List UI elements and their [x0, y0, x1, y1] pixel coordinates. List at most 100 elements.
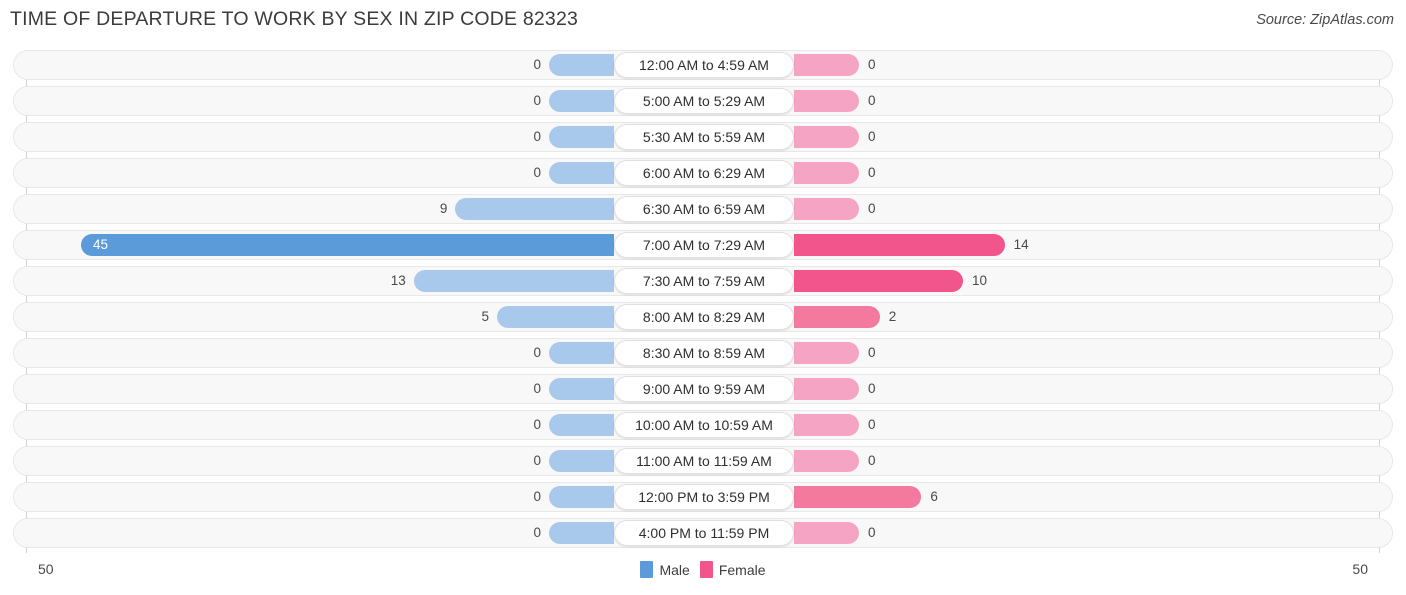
value-label-male: 0 [533, 489, 541, 504]
chart-page: TIME OF DEPARTURE TO WORK BY SEX IN ZIP … [0, 0, 1406, 595]
chart-legend: Male Female [0, 561, 1406, 578]
value-label-male: 0 [533, 453, 541, 468]
bar-female[interactable] [794, 198, 859, 220]
bar-female[interactable] [794, 522, 859, 544]
value-label-female: 0 [868, 453, 876, 468]
bar-female[interactable] [794, 162, 859, 184]
row-content: 0 0 12:00 AM to 4:59 AM [14, 51, 1394, 79]
bar-female[interactable] [794, 54, 859, 76]
value-label-female: 0 [868, 129, 876, 144]
value-label-female: 0 [868, 93, 876, 108]
category-label-pill[interactable]: 6:30 AM to 6:59 AM [614, 196, 794, 222]
category-label-pill[interactable]: 5:00 AM to 5:29 AM [614, 88, 794, 114]
table-row[interactable]: 0 0 4:00 PM to 11:59 PM [13, 518, 1393, 548]
table-row[interactable]: 0 0 8:30 AM to 8:59 AM [13, 338, 1393, 368]
category-label-pill[interactable]: 8:30 AM to 8:59 AM [614, 340, 794, 366]
bar-female[interactable] [794, 234, 1005, 256]
value-label-male: 0 [533, 165, 541, 180]
bar-male[interactable] [549, 126, 614, 148]
legend-item-male[interactable]: Male [640, 561, 690, 578]
category-label-pill[interactable]: 11:00 AM to 11:59 AM [614, 448, 794, 474]
bar-male[interactable] [549, 378, 614, 400]
value-label-female: 0 [868, 525, 876, 540]
value-label-female: 10 [972, 273, 988, 288]
value-label-female: 2 [888, 309, 897, 324]
bar-male[interactable] [549, 342, 614, 364]
legend-swatch-female-icon [699, 561, 713, 578]
legend-label-male: Male [659, 561, 690, 578]
category-label-pill[interactable]: 12:00 AM to 4:59 AM [614, 52, 794, 78]
table-row[interactable]: 0 0 10:00 AM to 10:59 AM [13, 410, 1393, 440]
category-label-pill[interactable]: 12:00 PM to 3:59 PM [614, 484, 794, 510]
bar-male[interactable] [549, 486, 614, 508]
value-label-male: 13 [390, 273, 406, 288]
source-attribution: Source: ZipAtlas.com [1256, 12, 1394, 28]
value-label-female: 6 [930, 489, 938, 504]
bar-female[interactable] [794, 342, 859, 364]
category-label-pill[interactable]: 8:00 AM to 8:29 AM [614, 304, 794, 330]
bar-male[interactable] [549, 90, 614, 112]
table-row[interactable]: 5 2 8:00 AM to 8:29 AM [13, 302, 1393, 332]
table-row[interactable]: 0 0 11:00 AM to 11:59 AM [13, 446, 1393, 476]
value-label-female: 0 [868, 345, 876, 360]
row-content: 9 0 6:30 AM to 6:59 AM [14, 195, 1394, 223]
value-label-male: 45 [93, 237, 109, 252]
value-label-male: 0 [533, 129, 541, 144]
row-content: 0 0 9:00 AM to 9:59 AM [14, 375, 1394, 403]
bar-male[interactable] [549, 162, 614, 184]
value-label-female: 0 [868, 201, 876, 216]
bar-female[interactable] [794, 126, 859, 148]
legend-item-female[interactable]: Female [699, 561, 766, 578]
table-row[interactable]: 9 0 6:30 AM to 6:59 AM [13, 194, 1393, 224]
category-label-pill[interactable]: 5:30 AM to 5:59 AM [614, 124, 794, 150]
bar-female[interactable] [794, 270, 963, 292]
bar-male[interactable] [549, 414, 614, 436]
category-label-pill[interactable]: 7:30 AM to 7:59 AM [614, 268, 794, 294]
row-content: 0 0 5:30 AM to 5:59 AM [14, 123, 1394, 151]
bar-female[interactable] [794, 90, 859, 112]
value-label-female: 14 [1013, 237, 1029, 252]
bar-female[interactable] [794, 378, 859, 400]
row-content: 5 2 8:00 AM to 8:29 AM [14, 303, 1394, 331]
row-content: 0 0 4:00 PM to 11:59 PM [14, 519, 1394, 547]
row-content: 0 6 12:00 PM to 3:59 PM [14, 483, 1394, 511]
bar-male[interactable] [549, 522, 614, 544]
category-label-pill[interactable]: 10:00 AM to 10:59 AM [614, 412, 794, 438]
value-label-male: 0 [533, 417, 541, 432]
table-row[interactable]: 0 0 5:30 AM to 5:59 AM [13, 122, 1393, 152]
bar-male[interactable] [455, 198, 614, 220]
table-row[interactable]: 45 14 7:00 AM to 7:29 AM [13, 230, 1393, 260]
category-label-pill[interactable]: 9:00 AM to 9:59 AM [614, 376, 794, 402]
table-row[interactable]: 0 0 6:00 AM to 6:29 AM [13, 158, 1393, 188]
table-row[interactable]: 0 6 12:00 PM to 3:59 PM [13, 482, 1393, 512]
value-label-female: 0 [868, 417, 876, 432]
bar-male[interactable] [81, 234, 614, 256]
table-row[interactable]: 13 10 7:30 AM to 7:59 AM [13, 266, 1393, 296]
bar-female[interactable] [794, 486, 922, 508]
value-label-male: 9 [439, 201, 448, 216]
category-label-pill[interactable]: 4:00 PM to 11:59 PM [614, 520, 794, 546]
table-row[interactable]: 0 0 5:00 AM to 5:29 AM [13, 86, 1393, 116]
bar-female[interactable] [794, 414, 859, 436]
row-content: 0 0 5:00 AM to 5:29 AM [14, 87, 1394, 115]
diverging-bar-chart: 0 0 12:00 AM to 4:59 AM 0 0 5:00 AM to 5:29 A… [0, 50, 1406, 553]
table-row[interactable]: 0 0 12:00 AM to 4:59 AM [13, 50, 1393, 80]
legend-label-female: Female [718, 561, 766, 578]
bar-female[interactable] [794, 450, 859, 472]
value-label-male: 0 [533, 525, 541, 540]
bar-male[interactable] [549, 54, 614, 76]
value-label-female: 0 [868, 57, 876, 72]
chart-footer: 50 50 Male Female [0, 553, 1406, 595]
bar-male[interactable] [549, 450, 614, 472]
value-label-male: 0 [533, 381, 541, 396]
bar-male[interactable] [413, 270, 614, 292]
bar-female[interactable] [794, 306, 880, 328]
table-row[interactable]: 0 0 9:00 AM to 9:59 AM [13, 374, 1393, 404]
category-label-pill[interactable]: 6:00 AM to 6:29 AM [614, 160, 794, 186]
value-label-male: 5 [481, 309, 489, 324]
bar-male[interactable] [497, 306, 614, 328]
category-label-pill[interactable]: 7:00 AM to 7:29 AM [614, 232, 794, 258]
legend-swatch-male-icon [640, 561, 654, 578]
row-content: 0 0 8:30 AM to 8:59 AM [14, 339, 1394, 367]
value-label-female: 0 [868, 165, 876, 180]
